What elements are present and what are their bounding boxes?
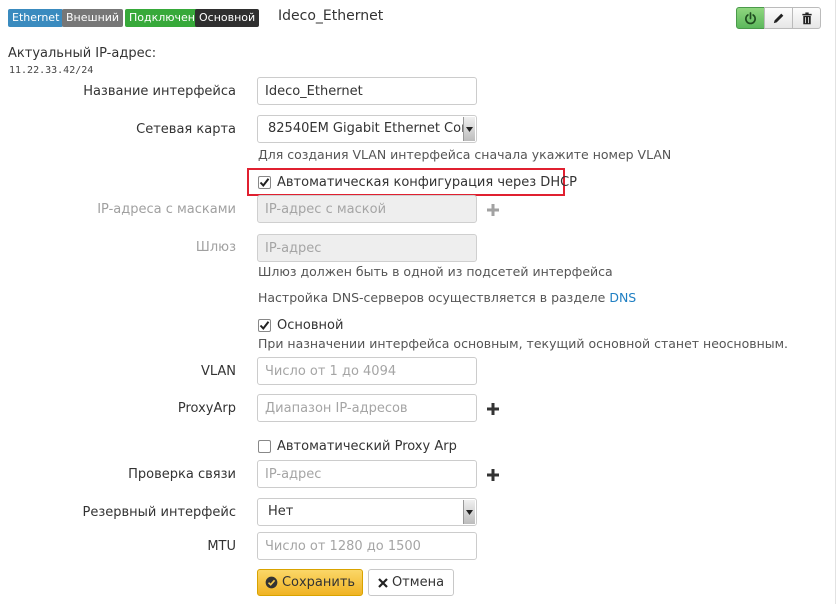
badge-ethernet: Ethernet xyxy=(8,9,64,27)
cancel-button[interactable]: Отмена xyxy=(368,569,454,596)
dns-link[interactable]: DNS xyxy=(609,290,636,305)
header-actions xyxy=(736,7,821,29)
chevron-down-icon xyxy=(466,509,473,515)
primary-checkbox[interactable] xyxy=(258,319,271,332)
pencil-icon xyxy=(773,13,784,23)
dhcp-label: Автоматическая конфигурация через DHCP xyxy=(277,175,578,190)
primary-label: Основной xyxy=(277,318,344,333)
add-ping-check-plus-icon[interactable] xyxy=(487,469,499,481)
mtu-label: MTU xyxy=(207,539,236,554)
badge-external: Внешний xyxy=(62,9,124,27)
backup-interface-select[interactable]: Нет xyxy=(257,498,477,526)
ip-masks-label: IP-адреса с масками xyxy=(97,202,236,217)
network-card-value: 82540EM Gigabit Ethernet Cont xyxy=(268,121,475,136)
current-ip-value: 11.22.33.42/24 xyxy=(9,65,94,76)
edit-button[interactable] xyxy=(764,7,793,29)
check-circle-icon xyxy=(265,576,278,589)
vlan-label: VLAN xyxy=(200,364,236,379)
chevron-down-icon xyxy=(466,126,473,132)
gateway-input[interactable] xyxy=(257,234,477,262)
vlan-input[interactable] xyxy=(257,357,477,385)
badge-primary: Основной xyxy=(195,9,260,27)
primary-checkbox-row[interactable]: Основной xyxy=(258,318,343,333)
power-icon xyxy=(745,11,756,24)
save-label: Сохранить xyxy=(281,575,356,590)
delete-button[interactable] xyxy=(792,7,821,29)
trash-icon xyxy=(801,11,812,24)
cancel-label: Отмена xyxy=(391,575,445,590)
add-proxy-arp-plus-icon[interactable] xyxy=(487,403,499,415)
save-button[interactable]: Сохранить xyxy=(257,569,363,596)
proxy-arp-label: ProxyArp xyxy=(177,401,236,416)
check-icon xyxy=(259,321,270,331)
select-arrow xyxy=(463,500,475,524)
interface-name-label: Название интерфейса xyxy=(83,84,236,99)
ping-check-label: Проверка связи xyxy=(128,467,236,482)
dhcp-checkbox[interactable] xyxy=(258,176,271,189)
ip-masks-input[interactable] xyxy=(257,195,477,223)
check-icon xyxy=(259,178,270,188)
interface-card: Ethernet Внешний Подключен Основной Idec… xyxy=(0,0,836,604)
interface-title: Ideco_Ethernet xyxy=(278,8,384,24)
dns-note: Настройка DNS-серверов осуществляется в … xyxy=(258,290,636,305)
mtu-input[interactable] xyxy=(257,532,477,560)
select-arrow xyxy=(463,117,475,141)
network-card-select[interactable]: 82540EM Gigabit Ethernet Cont xyxy=(257,115,477,143)
primary-help: При назначении интерфейса основным, теку… xyxy=(258,336,789,351)
auto-proxy-arp-row[interactable]: Автоматический Proxy Arp xyxy=(258,439,457,454)
current-ip-label: Актуальный IP-адрес: xyxy=(8,46,157,61)
dhcp-checkbox-row[interactable]: Автоматическая конфигурация через DHCP xyxy=(258,175,577,190)
interface-name-input[interactable] xyxy=(257,77,477,105)
close-icon xyxy=(378,577,388,588)
ping-check-input[interactable] xyxy=(257,460,477,488)
gateway-help: Шлюз должен быть в одной из подсетей инт… xyxy=(258,264,613,279)
add-ip-mask-plus-icon[interactable] xyxy=(487,204,499,216)
auto-proxy-arp-label: Автоматический Proxy Arp xyxy=(277,439,457,454)
power-button[interactable] xyxy=(736,7,765,29)
network-card-help: Для создания VLAN интерфейса сначала ука… xyxy=(258,147,672,162)
dns-note-text: Настройка DNS-серверов осуществляется в … xyxy=(258,290,610,305)
badge-connected: Подключен xyxy=(125,9,199,27)
gateway-label: Шлюз xyxy=(195,240,236,255)
backup-interface-label: Резервный интерфейс xyxy=(82,505,237,520)
network-card-label: Сетевая карта xyxy=(136,122,236,137)
backup-interface-value: Нет xyxy=(268,504,294,519)
auto-proxy-arp-checkbox[interactable] xyxy=(258,440,271,453)
proxy-arp-input[interactable] xyxy=(257,394,477,422)
